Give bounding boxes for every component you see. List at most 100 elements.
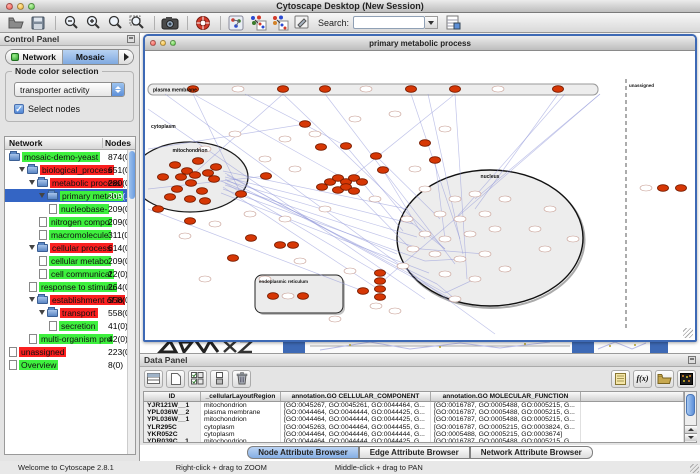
table-cell[interactable]: [GO:0005488, GO:0005215, GO:0003674] (431, 431, 581, 438)
network-label-node[interactable] (439, 271, 451, 277)
network-label-node[interactable] (544, 206, 556, 212)
network-edge[interactable] (346, 94, 455, 182)
table-row[interactable]: YKR052Ccytoplasm[GO:0044464, GO:0044446,… (144, 431, 684, 438)
network-label-node[interactable] (401, 216, 413, 222)
network-label-node[interactable] (294, 258, 306, 264)
network-label-node[interactable] (319, 206, 331, 212)
network-label-node[interactable] (454, 256, 466, 262)
network-node[interactable] (358, 288, 369, 295)
table-cell[interactable]: YLR295C (144, 424, 201, 431)
network-label-node[interactable] (344, 268, 356, 274)
table-cell[interactable] (581, 431, 684, 438)
network-label-node[interactable] (449, 296, 461, 302)
network-node[interactable] (268, 293, 279, 300)
table-column-header[interactable]: annotation.GO MOLECULAR_FUNCTION (431, 392, 581, 401)
tab-network[interactable]: Network (6, 50, 63, 64)
table-column-header[interactable]: ID (144, 392, 201, 401)
network-node[interactable] (153, 206, 164, 213)
tree-row[interactable]: response to stimulu264(0) (5, 280, 135, 293)
search-input[interactable] (353, 16, 425, 29)
table-cell[interactable]: [GO:0016787, GO:0005488, GO:0005215, G..… (431, 402, 581, 409)
tree-row-label[interactable]: biological_process (40, 165, 114, 175)
float-data-panel-icon[interactable] (688, 356, 696, 364)
network-label-node[interactable] (439, 126, 451, 132)
network-label-node[interactable] (499, 266, 511, 272)
network-label-node[interactable] (449, 196, 461, 202)
scroll-up-button[interactable] (685, 425, 697, 433)
table-cell[interactable] (581, 416, 684, 423)
network-node[interactable] (172, 186, 183, 193)
network-node[interactable] (375, 294, 386, 301)
network-label-node[interactable] (199, 276, 211, 282)
tree-row[interactable]: biological_process651(0) (5, 163, 135, 176)
table-cell[interactable]: cytoplasm (201, 431, 281, 438)
table-cell[interactable]: [GO:0016787, GO:0005488, GO:0005215, G..… (431, 409, 581, 416)
scroll-down-button[interactable] (685, 433, 697, 441)
overview-button[interactable] (226, 14, 246, 31)
tree-row[interactable]: multi-organism pro42(0) (5, 332, 135, 345)
tree-row-label[interactable]: macromolecule (49, 230, 111, 240)
float-panel-icon[interactable] (127, 35, 135, 43)
network-node[interactable] (246, 235, 257, 242)
network-label-node[interactable] (389, 308, 401, 314)
network-label-node[interactable] (209, 221, 221, 227)
network-label-node[interactable] (464, 231, 476, 237)
network-node[interactable] (203, 170, 214, 177)
network-node[interactable] (197, 188, 208, 195)
network-edge[interactable] (283, 94, 445, 249)
network-node[interactable] (553, 86, 564, 93)
import-table-button[interactable] (443, 14, 463, 31)
select-attributes-button[interactable] (144, 370, 163, 388)
table-cell[interactable]: [GO:0045267, GO:0045261, GO:0044464, G..… (281, 402, 431, 409)
table-cell[interactable]: plasma membrane (201, 409, 281, 416)
table-cell[interactable]: [GO:0044464, GO:0044446, GO:0044444, G..… (281, 431, 431, 438)
table-cell[interactable]: YKR052C (144, 431, 201, 438)
network-label-node[interactable] (370, 303, 382, 309)
network-node[interactable] (275, 242, 286, 249)
expand-arrow-icon[interactable] (29, 297, 35, 302)
network-node[interactable] (317, 184, 328, 191)
table-cell[interactable]: [GO:0044464, GO:0044444, GO:0044425, G..… (281, 409, 431, 416)
network-label-node[interactable] (492, 86, 504, 92)
network-label-node[interactable] (499, 196, 511, 202)
zoom-out-button[interactable] (61, 14, 81, 31)
network-label-node[interactable] (349, 116, 361, 122)
network-label-node[interactable] (640, 185, 652, 191)
attribute-browser-tab[interactable]: Edge Attribute Browser (359, 446, 470, 459)
network-node[interactable] (406, 86, 417, 93)
tree-row[interactable]: secretion41(0) (5, 319, 135, 332)
tree-row[interactable]: metabolic process280(0) (5, 176, 135, 189)
network-node[interactable] (375, 286, 386, 293)
table-scrollbar-thumb[interactable] (686, 394, 695, 416)
network-node[interactable] (420, 140, 431, 147)
network-label-node[interactable] (434, 211, 446, 217)
zoom-in-button[interactable] (83, 14, 103, 31)
table-row[interactable]: YLR295Ccytoplasm[GO:0045263, GO:0044464,… (144, 424, 684, 431)
network-label-node[interactable] (479, 251, 491, 257)
network-node[interactable] (357, 179, 368, 186)
network-node[interactable] (186, 180, 197, 187)
table-column-header[interactable] (581, 392, 684, 401)
network-label-node[interactable] (409, 166, 421, 172)
network-label-node[interactable] (429, 251, 441, 257)
tree-scrollbar-thumb[interactable] (129, 151, 135, 199)
open-button[interactable] (6, 14, 26, 31)
network-node[interactable] (158, 174, 169, 181)
table-cell[interactable]: cytoplasm (201, 424, 281, 431)
table-cell[interactable]: YDR039C__1 (144, 438, 201, 442)
table-column-header[interactable]: _cellularLayoutRegion (201, 392, 281, 401)
network-node[interactable] (658, 185, 669, 192)
network-node[interactable] (176, 174, 187, 181)
table-cell[interactable]: [GO:0045263, GO:0044464, GO:0044455, G..… (281, 424, 431, 431)
table-cell[interactable]: [GO:0016787, GO:0005488, GO:0005215, G..… (431, 438, 581, 442)
network-node[interactable] (288, 242, 299, 249)
tree-row-label[interactable]: unassigned (19, 347, 66, 357)
import-attributes-button[interactable] (655, 370, 674, 388)
network-node[interactable] (450, 86, 461, 93)
table-scrollbar[interactable] (684, 392, 696, 442)
network-label-node[interactable] (439, 236, 451, 242)
tree-row-label[interactable]: cell communicat (49, 269, 114, 279)
network-label-node[interactable] (259, 156, 271, 162)
notes-button[interactable] (611, 370, 630, 388)
attribute-browser-tab[interactable]: Network Attribute Browser (470, 446, 593, 459)
